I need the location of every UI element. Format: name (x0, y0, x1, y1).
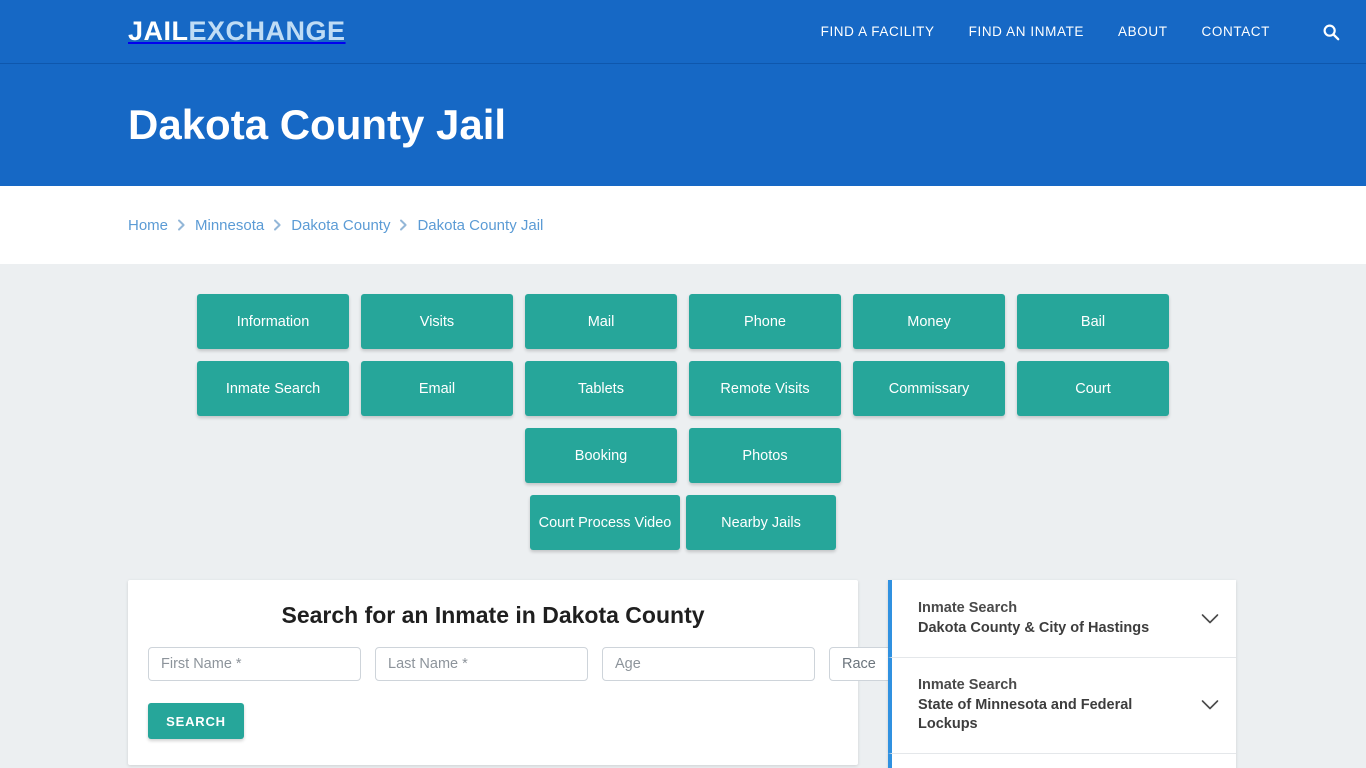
accordion-item-line1: Inmate Search (918, 677, 1018, 693)
page-title: Dakota County Jail (128, 100, 507, 148)
tile-email[interactable]: Email (361, 361, 513, 416)
breadcrumb: Home Minnesota Dakota County Dakota Coun… (128, 217, 543, 234)
breadcrumb-item-minnesota[interactable]: Minnesota (195, 217, 264, 234)
nav-item-contact[interactable]: CONTACT (1202, 24, 1270, 39)
lower-content-area: Search for an Inmate in Dakota County Ra… (128, 580, 1238, 768)
breadcrumb-item-dakota-county[interactable]: Dakota County (291, 217, 390, 234)
tile-photos[interactable]: Photos (689, 428, 841, 483)
chevron-right-icon (273, 219, 282, 231)
primary-navigation: FIND A FACILITY FIND AN INMATE ABOUT CON… (821, 21, 1342, 43)
breadcrumb-item-dakota-county-jail[interactable]: Dakota County Jail (417, 217, 543, 234)
top-navbar: JAILEXCHANGE FIND A FACILITY FIND AN INM… (0, 0, 1366, 64)
tile-remote-visits[interactable]: Remote Visits (689, 361, 841, 416)
nav-item-find-a-facility[interactable]: FIND A FACILITY (821, 24, 935, 39)
first-name-input[interactable] (148, 647, 361, 681)
accordion-item-contact-information[interactable]: Dakota County Jail Contact Information (888, 753, 1236, 768)
chevron-right-icon (177, 219, 186, 231)
accordion-item-line2: Dakota County & City of Hastings (918, 619, 1150, 636)
accordion-item-text: Inmate Search Dakota County & City of Ha… (918, 599, 1190, 638)
facility-section-tiles: Information Visits Mail Phone Money Bail… (128, 294, 1238, 483)
chevron-right-icon (399, 219, 408, 231)
tile-money[interactable]: Money (853, 294, 1005, 349)
main-content: Information Visits Mail Phone Money Bail… (0, 264, 1366, 768)
nav-item-about[interactable]: ABOUT (1118, 24, 1168, 39)
tile-mail[interactable]: Mail (525, 294, 677, 349)
tile-phone[interactable]: Phone (689, 294, 841, 349)
inmate-search-fields: Race (148, 647, 992, 681)
tile-tablets[interactable]: Tablets (525, 361, 677, 416)
right-column: Inmate Search Dakota County & City of Ha… (888, 580, 1236, 768)
accordion-item-line2: State of Minnesota and Federal Lockups (918, 696, 1133, 733)
page-title-band: Dakota County Jail (0, 64, 1366, 186)
tile-visits[interactable]: Visits (361, 294, 513, 349)
tile-inmate-search[interactable]: Inmate Search (197, 361, 349, 416)
search-button[interactable]: SEARCH (148, 703, 244, 739)
last-name-input[interactable] (375, 647, 588, 681)
tile-commissary[interactable]: Commissary (853, 361, 1005, 416)
accordion-item-line1: Inmate Search (918, 599, 1018, 616)
tile-court[interactable]: Court (1017, 361, 1169, 416)
breadcrumb-item-home[interactable]: Home (128, 217, 168, 234)
logo-secondary-text: EXCHANGE (188, 16, 346, 46)
tile-booking[interactable]: Booking (525, 428, 677, 483)
tile-bail[interactable]: Bail (1017, 294, 1169, 349)
tile-court-process-video[interactable]: Court Process Video (530, 495, 680, 550)
breadcrumb-band: Home Minnesota Dakota County Dakota Coun… (0, 186, 1366, 264)
tile-information[interactable]: Information (197, 294, 349, 349)
logo-primary-text: JAIL (128, 16, 189, 46)
sidebar-accordion: Inmate Search Dakota County & City of Ha… (888, 580, 1236, 768)
accordion-item-inmate-search-county[interactable]: Inmate Search Dakota County & City of Ha… (888, 580, 1236, 658)
chevron-down-icon[interactable] (1200, 609, 1220, 629)
chevron-down-icon[interactable] (1200, 695, 1220, 715)
accordion-item-inmate-search-state[interactable]: Inmate Search State of Minnesota and Fed… (888, 658, 1236, 754)
left-column: Search for an Inmate in Dakota County Ra… (128, 580, 992, 768)
search-icon[interactable] (1320, 21, 1342, 43)
accordion-item-text: Inmate Search State of Minnesota and Fed… (918, 676, 1190, 735)
inmate-search-card: Search for an Inmate in Dakota County Ra… (128, 580, 992, 765)
age-input[interactable] (602, 647, 815, 681)
nav-item-find-an-inmate[interactable]: FIND AN INMATE (969, 24, 1084, 39)
inmate-search-heading: Search for an Inmate in Dakota County (281, 602, 705, 628)
tile-nearby-jails[interactable]: Nearby Jails (686, 495, 836, 550)
facility-section-tiles-last-row: Court Process Video Nearby Jails (128, 495, 1238, 550)
site-logo[interactable]: JAILEXCHANGE (128, 18, 346, 45)
